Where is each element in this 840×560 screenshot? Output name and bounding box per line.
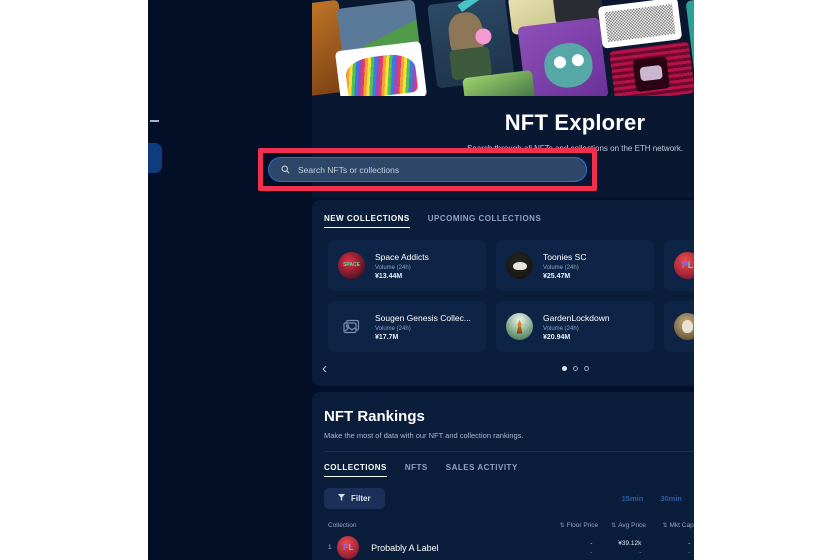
tab-sales-activity[interactable]: SALES ACTIVITY: [446, 463, 518, 477]
volume-value: ¥13.44M: [375, 272, 403, 280]
volume-label: Volume (24h): [543, 325, 579, 332]
volume-value: ¥17.7M: [375, 333, 399, 341]
collection-card-info: Toonies SC Volume (24h) ¥25.47M: [543, 252, 586, 280]
carousel-navigation: ‹ ›: [312, 356, 694, 380]
screenshot-viewport: NFT Explorer Search through all NFTs and…: [0, 0, 840, 560]
collection-card[interactable]: GardenLockdown Volume (24h) ¥20.94M: [496, 301, 654, 352]
avatar: [506, 252, 533, 279]
cell-avg-price: ¥39.12k -: [618, 539, 642, 556]
collection-name: Sougen Genesis Collec...: [375, 312, 471, 323]
volume-label: Volume (24h): [543, 264, 579, 271]
collection-name: Space Addicts: [375, 251, 429, 262]
sort-icon: ⇅: [611, 522, 617, 529]
column-header-mkt-cap[interactable]: ⇅ Mkt Cap: [646, 522, 693, 529]
row-rank: 1: [328, 544, 332, 551]
app-window: NFT Explorer Search through all NFTs and…: [148, 0, 694, 560]
divider: [324, 451, 694, 452]
rankings-table-header: Collection ⇅ Floor Price ⇅ Avg Price ⇅ M…: [324, 522, 694, 529]
volume-label: Volume (24h): [375, 325, 411, 332]
avatar: PL: [674, 252, 694, 279]
rankings-subtitle: Make the most of data with our NFT and c…: [324, 431, 524, 440]
tab-upcoming-collections[interactable]: UPCOMING COLLECTIONS: [428, 214, 542, 228]
avatar: PL: [337, 536, 360, 559]
avatar: SPACE: [338, 252, 365, 279]
column-header-avg-price[interactable]: ⇅ Avg Price: [598, 522, 646, 529]
carousel-dot-1[interactable]: [561, 365, 567, 371]
table-row[interactable]: 1 PL Probably A Label - - ¥39.12k - - -: [324, 536, 694, 559]
page-title: NFT Explorer: [504, 110, 646, 135]
collection-card-grid: SPACE Space Addicts Volume (24h) ¥13.44M…: [312, 228, 694, 352]
column-header-floor-price[interactable]: ⇅ Floor Price: [550, 522, 598, 529]
search-input[interactable]: [298, 164, 586, 175]
collection-card[interactable]: Sougen Genesis Collec... Volume (24h) ¥1…: [328, 301, 486, 352]
collection-card[interactable]: Rare Ape Yacht Club Volume (24h) ¥3.79M: [664, 301, 694, 352]
collection-card-info: Sougen Genesis Collec... Volume (24h) ¥1…: [375, 313, 471, 341]
volume-value: ¥20.94M: [543, 333, 571, 341]
funnel-icon: [338, 494, 345, 503]
sort-icon: ⇅: [559, 522, 565, 529]
row-collection-name: Probably A Label: [371, 542, 439, 553]
sidebar-tick: [150, 120, 159, 122]
collection-name: Toonies SC: [543, 251, 587, 262]
carousel-dot-3[interactable]: [583, 365, 589, 371]
volume-value: ¥25.47M: [543, 272, 571, 280]
collection-card[interactable]: PL Probably A Label Volume (24h) ¥132.45…: [664, 240, 694, 291]
filter-button[interactable]: Filter: [324, 488, 385, 509]
search-bar[interactable]: [268, 157, 587, 182]
carousel-dot-2[interactable]: [572, 365, 578, 371]
hero-tile-noise-white: [597, 0, 683, 49]
filter-label: Filter: [351, 494, 371, 503]
sidebar-toggle-handle[interactable]: [148, 143, 162, 173]
rankings-controls: Filter 15min 30min 1h 24h 7d 30d All: [324, 488, 694, 509]
range-1h[interactable]: 1h: [693, 490, 694, 507]
collection-card-info: Space Addicts Volume (24h) ¥13.44M: [375, 252, 429, 280]
cell-floor-price: - -: [590, 539, 593, 556]
tab-new-collections[interactable]: NEW COLLECTIONS: [324, 214, 410, 228]
sidebar-strip: [148, 0, 164, 560]
collections-tabbar: NEW COLLECTIONS UPCOMING COLLECTIONS: [312, 200, 694, 228]
collection-card[interactable]: Toonies SC Volume (24h) ¥25.47M: [496, 240, 654, 291]
search-icon: [281, 165, 290, 174]
rankings-tabbar: COLLECTIONS NFTS SALES ACTIVITY: [324, 463, 694, 477]
cell-volume: ¥132.45M +100%: [690, 540, 694, 556]
range-15min[interactable]: 15min: [616, 490, 650, 507]
avatar: [674, 313, 694, 340]
hero-banner-mosaic: [312, 0, 694, 96]
rankings-title: NFT Rankings: [324, 408, 425, 425]
collection-card-info: GardenLockdown Volume (24h) ¥20.94M: [543, 313, 610, 341]
collection-card[interactable]: SPACE Space Addicts Volume (24h) ¥13.44M: [328, 240, 486, 291]
column-header-collection: Collection: [328, 522, 357, 529]
carousel-dots: [561, 365, 589, 371]
collection-name: GardenLockdown: [543, 312, 610, 323]
time-range-selector: 15min 30min 1h 24h 7d 30d All: [616, 490, 694, 507]
nft-rankings-panel: NFT Rankings Make the most of data with …: [312, 392, 694, 560]
range-30min[interactable]: 30min: [654, 490, 688, 507]
avatar: [506, 313, 533, 340]
sort-icon: ⇅: [662, 522, 668, 529]
cell-mkt-cap: - -: [688, 539, 691, 556]
tab-collections[interactable]: COLLECTIONS: [324, 463, 387, 477]
carousel-prev-icon[interactable]: ‹: [322, 361, 327, 376]
volume-label: Volume (24h): [375, 264, 411, 271]
image-placeholder-icon: [338, 313, 365, 340]
tab-nfts[interactable]: NFTS: [405, 463, 428, 477]
hero-tile-crimson-glitch: [609, 41, 694, 96]
new-collections-panel: NEW COLLECTIONS UPCOMING COLLECTIONS SPA…: [312, 200, 694, 386]
hero-tile-rainbow-swirl: [334, 40, 428, 96]
